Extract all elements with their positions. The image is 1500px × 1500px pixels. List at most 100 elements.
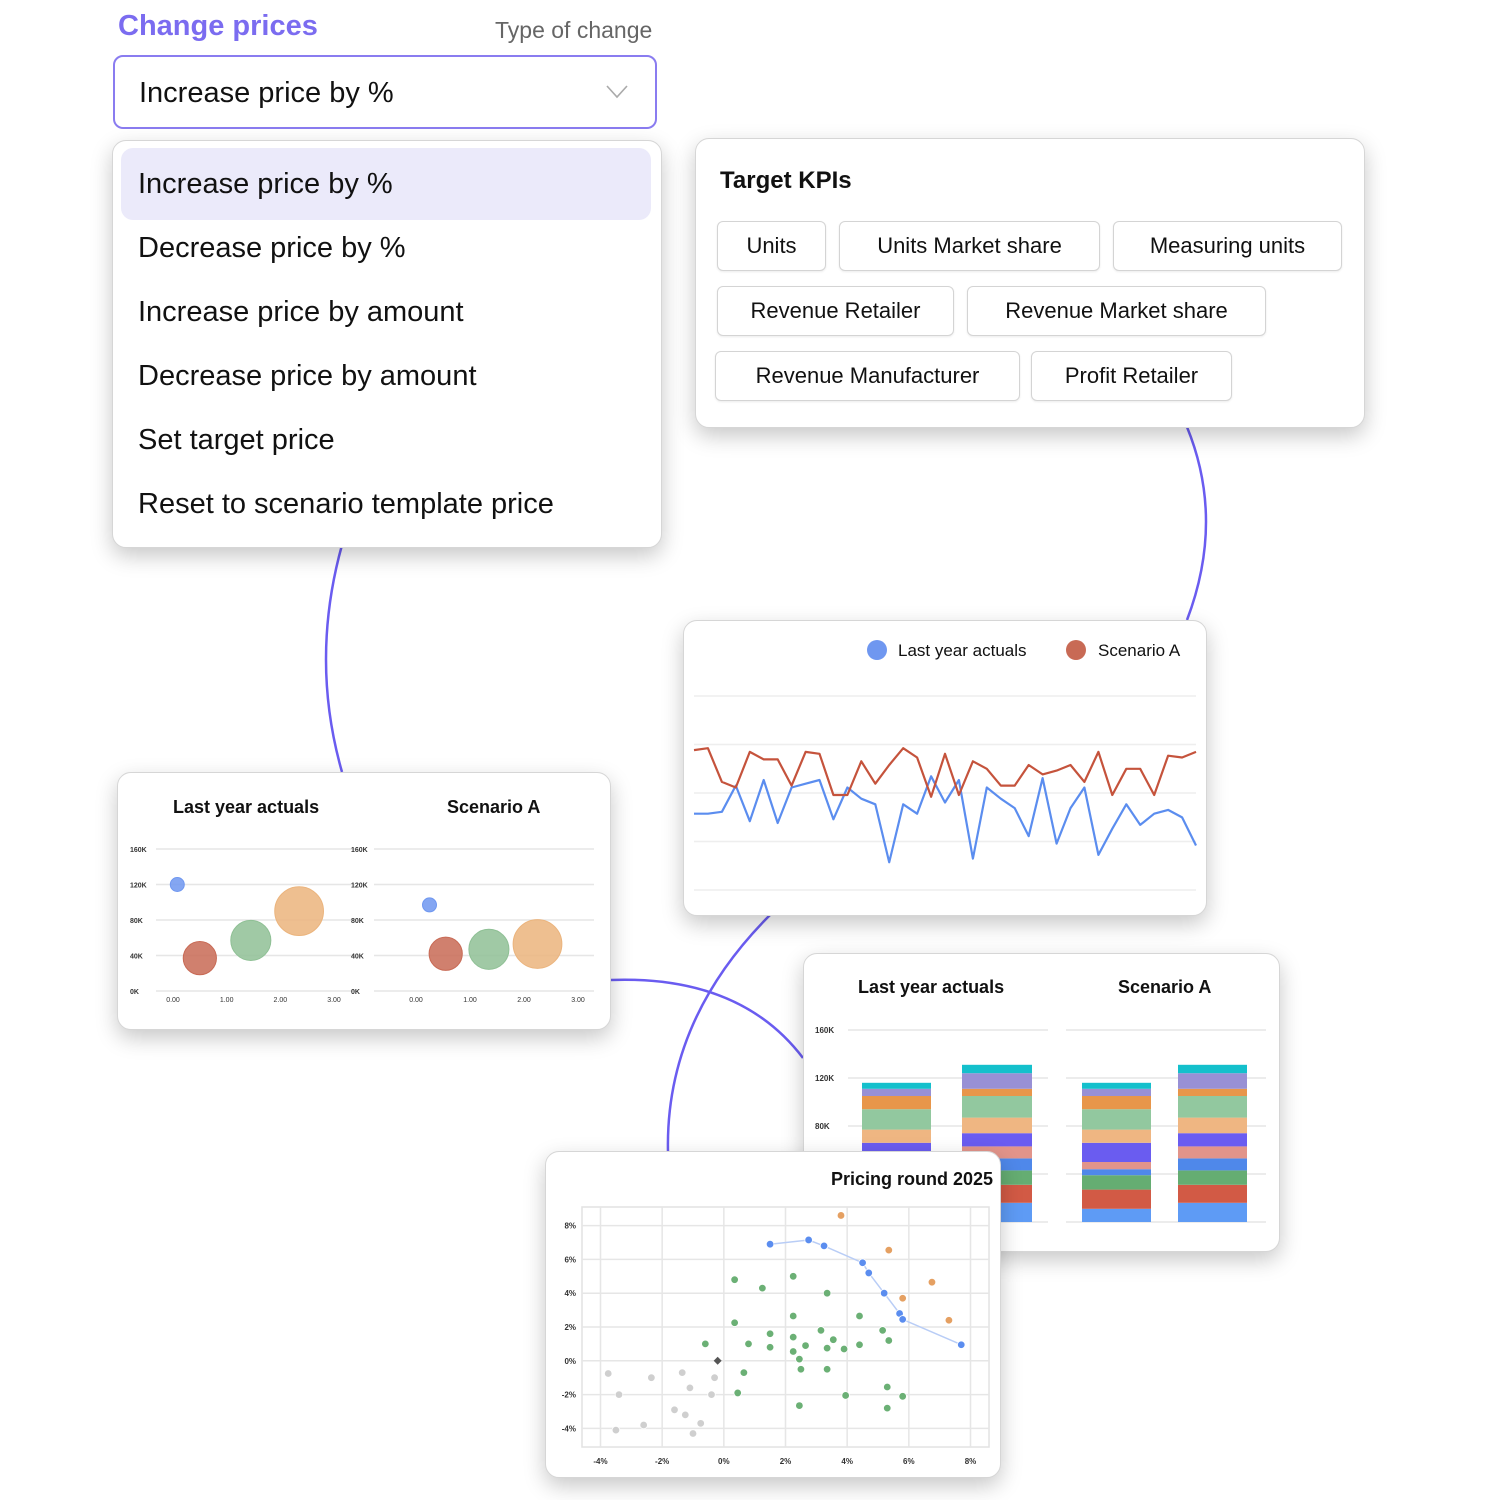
bar-segment [862, 1082, 931, 1089]
x-tick-label: 8% [965, 1457, 977, 1466]
bar-segment [1082, 1109, 1151, 1130]
scatter-point-grey [647, 1373, 656, 1382]
y-tick-label: 160K [130, 847, 147, 854]
scatter-point-grey [611, 1425, 621, 1435]
x-tick-label: 2.00 [517, 997, 531, 1004]
scatter-point-grey [681, 1410, 690, 1420]
y-tick-label: 4% [564, 1289, 576, 1298]
bar-segment [862, 1109, 931, 1130]
y-tick-label: 120K [351, 883, 368, 890]
scatter-point-green [839, 1344, 849, 1354]
bar-segment [1178, 1158, 1247, 1171]
y-tick-label: 120K [815, 1074, 834, 1083]
y-tick-label: 0K [130, 989, 139, 996]
scatter-point-green [841, 1391, 850, 1400]
x-tick-label: 4% [841, 1457, 853, 1466]
scatter-point-green [801, 1341, 810, 1350]
y-tick-label: -2% [562, 1391, 576, 1400]
scatter-point-orange [927, 1278, 937, 1287]
kpi-chip-units[interactable]: Units [717, 221, 826, 271]
bar-segment [1082, 1096, 1151, 1110]
scatter-point-green [796, 1365, 806, 1374]
kpi-chip-profit-retailer[interactable]: Profit Retailer [1031, 351, 1232, 401]
scatter-point-blue [765, 1239, 775, 1249]
x-tick-label: 3.00 [571, 997, 585, 1004]
bar-segment [962, 1117, 1032, 1134]
scatter-point-green [829, 1335, 838, 1344]
type-of-change-select[interactable]: Increase price by % [113, 55, 657, 129]
bubble [422, 897, 437, 913]
kpi-chip-revenue-market-share[interactable]: Revenue Market share [967, 286, 1266, 336]
scatter-point-grey [707, 1390, 716, 1399]
scatter-trend-line [770, 1239, 962, 1346]
dropdown-option[interactable]: Reset to scenario template price [121, 468, 651, 540]
selected-value: Increase price by % [139, 77, 394, 109]
x-tick-label: -4% [593, 1457, 607, 1466]
bar-segment [1178, 1170, 1247, 1185]
scatter-marker-diamond [713, 1356, 722, 1365]
kpi-chip-revenue-retailer[interactable]: Revenue Retailer [717, 286, 954, 336]
scatter-point-green [884, 1336, 893, 1345]
scatter-point-green [822, 1288, 832, 1298]
y-tick-label: 160K [351, 847, 368, 854]
line-series-scenario-a [693, 747, 1197, 798]
bar-segment [1178, 1064, 1247, 1074]
connector-bubble-to-stacked [609, 978, 804, 1059]
scatter-point-green [739, 1368, 749, 1377]
y-tick-label: 160K [815, 1026, 834, 1035]
scatter-point-green [789, 1272, 798, 1281]
bubble [182, 941, 217, 976]
x-tick-label: 0% [718, 1457, 730, 1466]
scatter-point-blue [898, 1315, 907, 1324]
line-chart-card: Last year actuals Scenario A [683, 620, 1207, 916]
kpi-chip-units-market-share[interactable]: Units Market share [839, 221, 1100, 271]
scatter-point-blue [804, 1235, 813, 1245]
scatter-point-grey [639, 1420, 648, 1430]
page-title: Change prices [118, 10, 318, 42]
dropdown-option[interactable]: Set target price [121, 404, 651, 476]
target-kpis-panel: Target KPIs Units Units Market share Mea… [695, 138, 1365, 428]
chevron-down-icon [606, 85, 628, 99]
connector-dropdown-to-bubble [324, 544, 344, 773]
scatter-point-green [765, 1329, 775, 1338]
x-tick-label: -2% [655, 1457, 669, 1466]
scatter-point-green [730, 1275, 739, 1284]
x-tick-label: 6% [903, 1457, 915, 1466]
x-tick-label: 0.00 [166, 997, 180, 1004]
scatter-point-green [878, 1326, 887, 1335]
dropdown-option[interactable]: Decrease price by % [121, 212, 651, 284]
bubble-chart: 0K 40K 80K 120K 160K 0.00 1.00 2.00 3.00 0K 40K 80K… [130, 847, 594, 1004]
bar-segment [962, 1133, 1032, 1147]
kpi-chip-measuring-units[interactable]: Measuring units [1113, 221, 1342, 271]
scatter-point-grey [696, 1419, 705, 1428]
bubble [512, 919, 563, 969]
scatter-point-green [765, 1343, 775, 1352]
bar-segment [1178, 1133, 1247, 1147]
bar-segment [1178, 1202, 1247, 1222]
dropdown-option[interactable]: Increase price by amount [121, 276, 651, 348]
scatter-point-green [758, 1283, 767, 1293]
scatter-point-green [822, 1365, 832, 1374]
y-tick-label: 2% [564, 1323, 576, 1332]
bar-segment [1082, 1175, 1151, 1190]
scatter-point-orange [898, 1294, 907, 1303]
bar-segment [1082, 1082, 1151, 1089]
dropdown-option[interactable]: Increase price by % [121, 148, 651, 220]
scatter-point-green [855, 1340, 864, 1349]
scatter-point-orange [884, 1245, 893, 1255]
x-tick-label: 3.00 [327, 997, 341, 1004]
connector-line-to-scatter [666, 914, 771, 1153]
scatter-point-green [855, 1311, 864, 1321]
bar-segment [1178, 1146, 1247, 1159]
bubble [274, 886, 324, 936]
bar-segment [1178, 1184, 1247, 1203]
y-tick-label: 80K [815, 1122, 830, 1131]
y-tick-label: 80K [130, 918, 143, 925]
line-series-last-year-actuals [694, 775, 1197, 864]
dropdown-option[interactable]: Decrease price by amount [121, 340, 651, 412]
scatter-point-green [789, 1311, 798, 1321]
bar-segment [862, 1088, 931, 1096]
kpi-chip-revenue-manufacturer[interactable]: Revenue Manufacturer [715, 351, 1020, 401]
bar-segment [1178, 1096, 1247, 1118]
y-tick-label: 40K [351, 954, 364, 961]
